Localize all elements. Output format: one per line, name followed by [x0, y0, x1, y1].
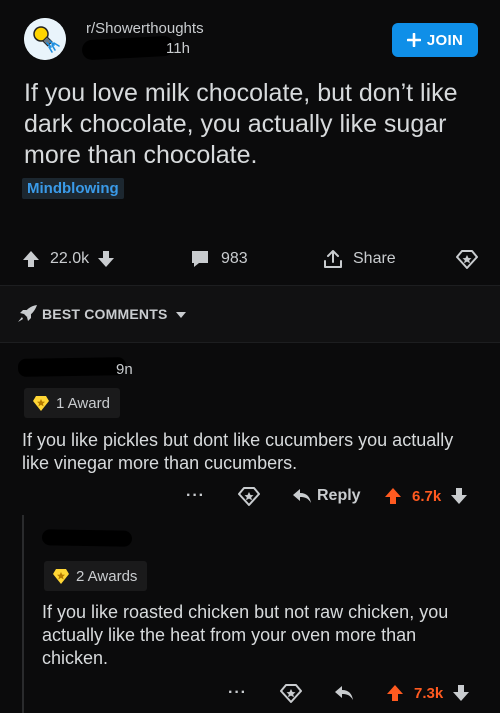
comment-awards[interactable]: 2 Awards	[44, 561, 148, 591]
post-vote-controls: 22.0k	[22, 244, 115, 274]
award-count: 1 Award	[56, 394, 110, 412]
comment-vote-controls: 6.7k	[384, 483, 468, 509]
redacted-comment-author	[41, 529, 133, 547]
award-icon	[33, 396, 49, 411]
join-button[interactable]: JOIN	[392, 23, 478, 57]
chevron-down-icon	[175, 312, 186, 319]
thread-line	[22, 515, 24, 713]
comment-score: 6.7k	[412, 487, 442, 505]
downvote-arrow-icon[interactable]	[97, 250, 115, 268]
redacted-username	[81, 35, 175, 61]
comment-vote-controls: 7.3k	[386, 680, 470, 706]
upvote-arrow-icon[interactable]	[386, 684, 404, 702]
award-icon	[456, 250, 478, 269]
more-options-icon: ···	[186, 487, 205, 504]
reply-label: Reply	[317, 487, 361, 504]
reply-button[interactable]	[334, 680, 354, 706]
post-flair[interactable]: Mindblowing	[22, 178, 124, 199]
upvote-arrow-icon[interactable]	[22, 250, 40, 268]
reply-button[interactable]: Reply	[292, 483, 361, 509]
comment-bubble-icon	[192, 251, 208, 267]
downvote-arrow-icon[interactable]	[452, 684, 470, 702]
lightbulb-icon	[24, 18, 66, 60]
post-time: 11h	[166, 40, 190, 57]
comment-score: 7.3k	[414, 684, 444, 702]
comments-button[interactable]: 983	[190, 244, 248, 274]
subreddit-avatar[interactable]	[24, 18, 66, 60]
comment-count: 983	[221, 250, 248, 267]
give-award-button[interactable]	[456, 244, 478, 274]
rocket-icon	[17, 304, 39, 324]
upvote-arrow-icon[interactable]	[384, 487, 402, 505]
award-icon	[280, 684, 302, 703]
subreddit-name[interactable]: r/Showerthoughts	[86, 20, 204, 37]
sort-label[interactable]: BEST COMMENTS	[42, 306, 186, 322]
downvote-arrow-icon[interactable]	[450, 487, 468, 505]
redacted-comment-author	[17, 357, 127, 377]
more-options-icon: ···	[228, 684, 247, 701]
award-icon	[238, 487, 260, 506]
join-label: JOIN	[426, 31, 464, 49]
reply-arrow-icon	[293, 489, 311, 503]
more-options-button[interactable]: ···	[186, 483, 205, 509]
give-award-button[interactable]	[238, 483, 260, 509]
comment-body: If you like roasted chicken but not raw …	[42, 602, 449, 668]
share-label: Share	[353, 250, 396, 267]
award-icon	[53, 569, 69, 584]
comment-body: If you like pickles but dont like cucumb…	[22, 430, 454, 473]
plus-icon	[406, 33, 421, 47]
post-score: 22.0k	[50, 250, 90, 267]
more-options-button[interactable]: ···	[228, 680, 247, 706]
post-title[interactable]: If you love milk chocolate, but don’t li…	[24, 78, 484, 171]
reply-arrow-icon	[335, 686, 353, 700]
award-count: 2 Awards	[76, 567, 138, 585]
share-icon	[324, 250, 342, 268]
give-award-button[interactable]	[280, 680, 302, 706]
share-button[interactable]: Share	[322, 244, 396, 274]
divider	[0, 342, 500, 343]
comment-meta: 9n	[116, 361, 133, 378]
comment-awards[interactable]: 1 Award	[24, 388, 120, 418]
